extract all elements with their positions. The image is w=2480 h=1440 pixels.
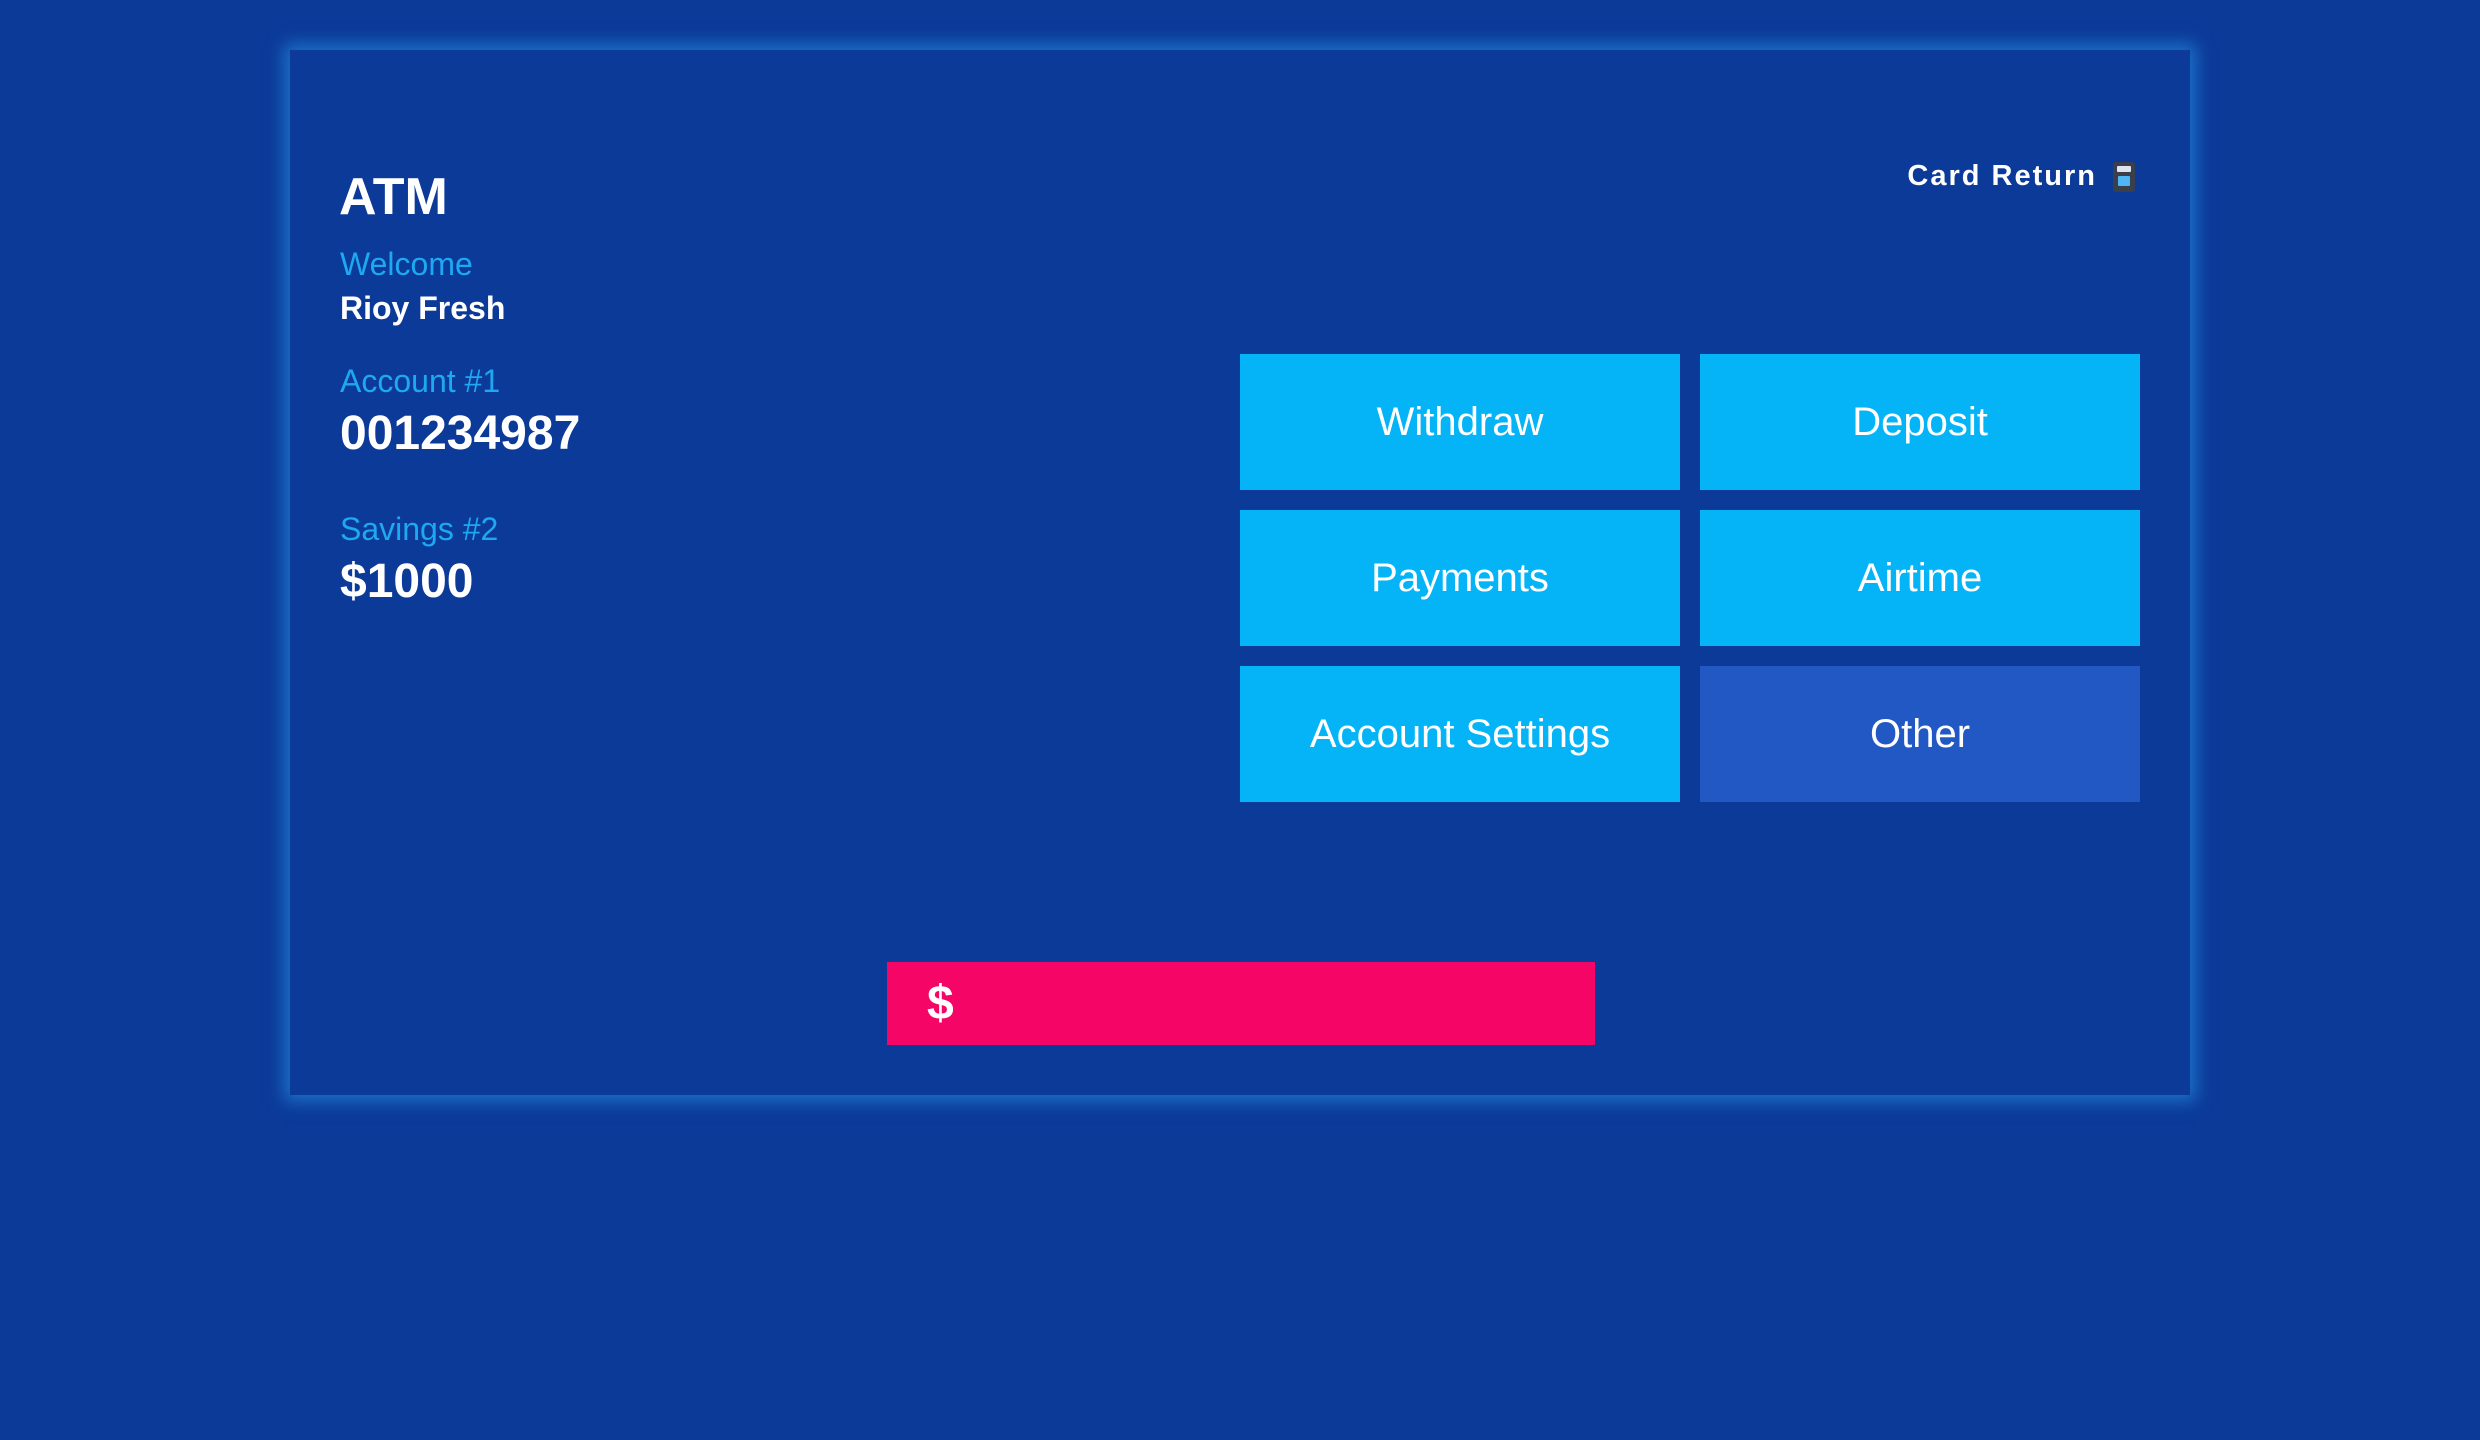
other-button[interactable]: Other <box>1700 666 2140 802</box>
account-settings-button[interactable]: Account Settings <box>1240 666 1680 802</box>
currency-symbol: $ <box>927 977 954 1030</box>
account-number: 001234987 <box>340 407 581 460</box>
app-title: ATM <box>339 168 448 226</box>
atm-screen: ATM Card Return Welcome Rioy Fresh Accou… <box>290 50 2190 1095</box>
withdraw-button[interactable]: Withdraw <box>1240 354 1680 490</box>
amount-input[interactable]: $ <box>887 962 1595 1045</box>
deposit-button[interactable]: Deposit <box>1700 354 2140 490</box>
airtime-button[interactable]: Airtime <box>1700 510 2140 646</box>
card-return-label: Card Return <box>1907 160 2097 192</box>
atm-card-icon <box>2113 161 2135 192</box>
transaction-menu: Withdraw Deposit Payments Airtime Accoun… <box>1240 354 2140 802</box>
savings-balance: $1000 <box>340 555 474 608</box>
card-return-button[interactable]: Card Return <box>1907 160 2135 193</box>
savings-label: Savings #2 <box>340 511 499 547</box>
user-name: Rioy Fresh <box>340 290 506 326</box>
payments-button[interactable]: Payments <box>1240 510 1680 646</box>
welcome-label: Welcome <box>340 246 473 282</box>
account-label: Account #1 <box>340 363 501 399</box>
